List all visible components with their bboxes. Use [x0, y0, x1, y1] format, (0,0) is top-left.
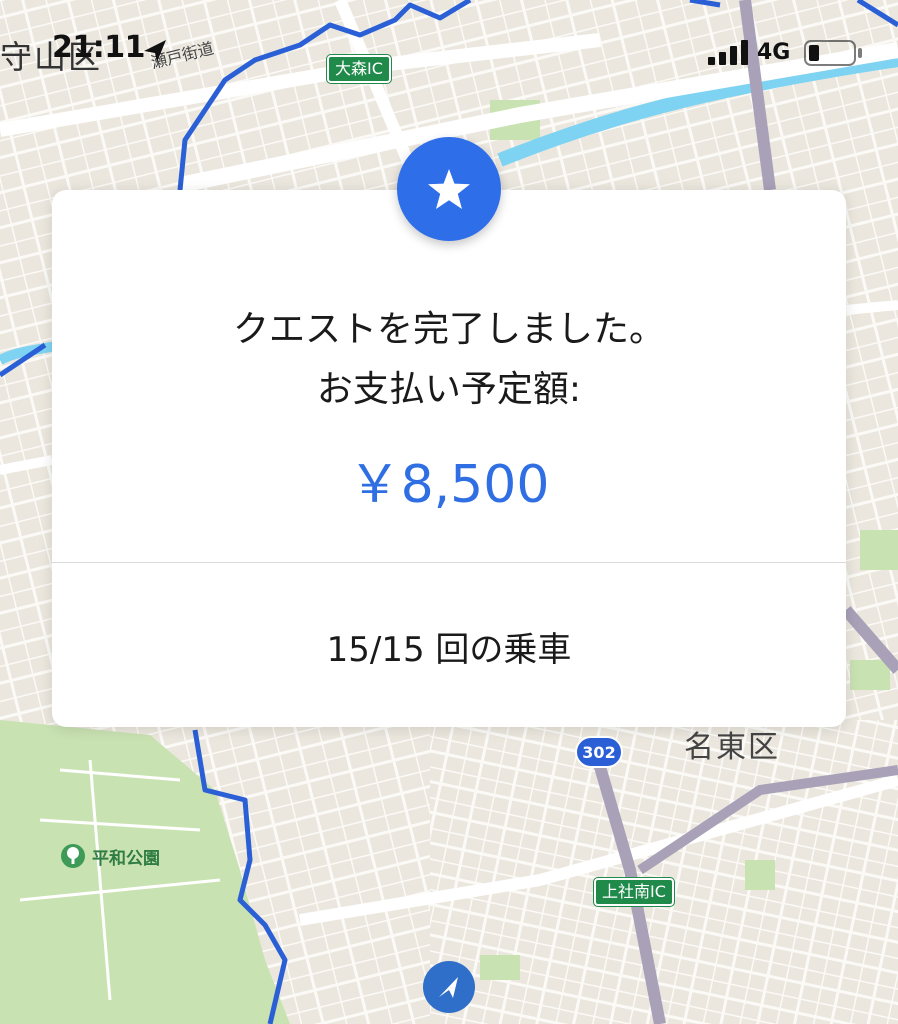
- payment-scheduled-label: お支払い予定額:: [316, 369, 582, 410]
- payment-amount: ￥8,500: [348, 455, 550, 515]
- route-number: 302: [582, 743, 615, 762]
- star-icon: [428, 169, 470, 209]
- district-label-meito: 名東区: [684, 730, 780, 765]
- ic-sign-kamiyashiro-minami[interactable]: 上社南IC: [593, 877, 675, 907]
- divider: [52, 562, 846, 563]
- current-location-icon[interactable]: [422, 960, 476, 1014]
- network-type: 4G: [757, 40, 791, 65]
- location-arrow-icon: [144, 40, 166, 62]
- route-302-shield: 302: [575, 736, 623, 768]
- status-time: 21:11: [52, 30, 146, 65]
- ride-count: 15/15 回の乗車: [326, 630, 572, 670]
- quest-star-badge: [397, 137, 501, 241]
- quest-complete-dialog[interactable]: クエストを完了しました。 お支払い予定額: ￥8,500 15/15 回の乗車: [52, 190, 846, 727]
- park-tree-icon: [61, 844, 85, 868]
- park-label-heiwa-koen[interactable]: 平和公園: [92, 844, 160, 869]
- battery-icon: [804, 40, 862, 66]
- quest-complete-message: クエストを完了しました。: [232, 309, 665, 350]
- signal-bars-icon: [708, 40, 748, 65]
- status-bar: 21:11 4G: [0, 0, 898, 100]
